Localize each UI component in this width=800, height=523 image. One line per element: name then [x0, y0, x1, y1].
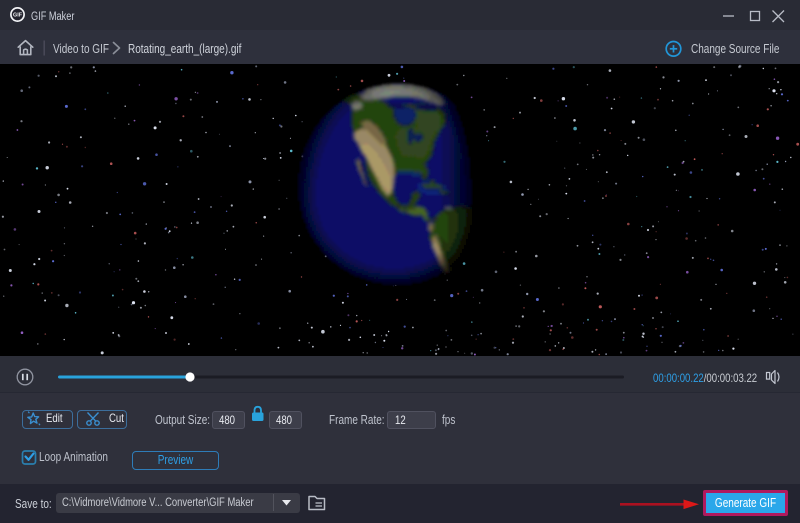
svg-text:GIF: GIF: [13, 13, 23, 19]
